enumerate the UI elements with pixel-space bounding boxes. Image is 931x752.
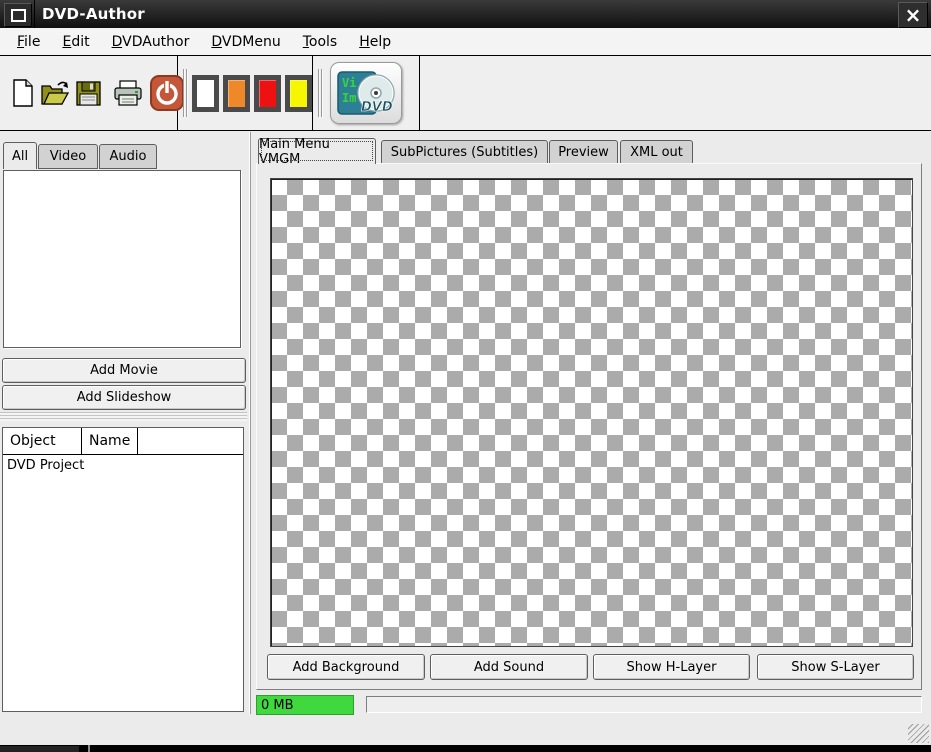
menu-item-file[interactable]: File [6,30,51,54]
progress-track [366,696,922,713]
dvd-video-import-button[interactable]: Vi Im DVD [330,62,402,124]
tab-xml-out[interactable]: XML out [620,140,693,164]
project-tree-header: Object Name [3,428,243,455]
app-window: DVD-Author × File Edit DVDAuthor DVDMenu… [0,0,931,752]
desktop-strip [0,745,931,752]
title-bar: DVD-Author × [0,0,931,28]
add-sound-button[interactable]: Add Sound [430,654,588,680]
tab-subpictures[interactable]: SubPictures (Subtitles) [381,140,548,164]
menu-item-dvdauthor[interactable]: DVDAuthor [101,30,201,54]
menu-item-edit[interactable]: Edit [51,30,100,54]
menu-canvas[interactable] [270,178,913,647]
printer-icon [113,80,144,107]
new-project-button[interactable] [12,79,34,107]
tab-preview[interactable]: Preview [549,140,618,164]
toolbar-color-section [178,56,313,130]
toolbar: Vi Im DVD [0,55,931,131]
window-menu-icon [11,9,26,22]
menu-item-help[interactable]: Help [348,30,402,54]
show-s-layer-button[interactable]: Show S-Layer [757,654,914,680]
color-swatch-red[interactable] [254,75,281,112]
status-bar [0,715,931,745]
close-button[interactable]: × [898,2,928,28]
menu-item-tools[interactable]: Tools [292,30,349,54]
save-project-button[interactable] [76,81,101,106]
media-list[interactable] [3,170,241,348]
open-project-button[interactable] [40,80,70,106]
svg-text:Im: Im [342,91,356,105]
new-document-icon [12,79,34,107]
resize-grip[interactable] [908,724,929,743]
add-slideshow-button[interactable]: Add Slideshow [2,385,246,410]
color-swatch-white[interactable] [192,75,219,112]
menu-bar: File Edit DVDAuthor DVDMenu Tools Help [0,28,931,55]
column-header-empty [138,428,243,454]
progress-label: 0 MB [261,698,294,713]
tree-row-dvd-project[interactable]: DVD Project [3,455,243,476]
title-separator [34,0,35,28]
color-swatch-orange[interactable] [223,75,250,112]
size-progress-bar: 0 MB [256,695,354,715]
menu-item-dvdmenu[interactable]: DVDMenu [200,30,291,54]
open-folder-icon [40,80,70,106]
color-swatch-yellow[interactable] [285,75,312,112]
dvd-disc-icon: Vi Im DVD [337,69,395,117]
print-button[interactable] [113,80,144,107]
taskbar-fragment [0,746,79,752]
column-header-object[interactable]: Object [3,428,82,454]
add-background-button[interactable]: Add Background [267,654,425,680]
toolbar-grip[interactable] [183,69,188,117]
vertical-splitter[interactable] [247,132,256,714]
tab-main-menu-vmgm[interactable]: Main Menu VMGM [258,138,376,164]
close-icon: × [905,3,922,27]
svg-text:DVD: DVD [361,100,393,115]
column-header-name[interactable]: Name [82,428,138,454]
taskbar-tick [88,745,90,752]
horizontal-splitter[interactable] [0,412,247,425]
window-menu-button[interactable] [4,3,32,27]
toolbar-file-section [0,56,178,130]
show-h-layer-button[interactable]: Show H-Layer [593,654,750,680]
project-tree: Object Name DVD Project [2,427,244,712]
toolbar-grip[interactable] [318,69,324,117]
tab-audio[interactable]: Audio [99,144,157,169]
tab-video[interactable]: Video [38,144,98,169]
svg-text:Vi: Vi [342,76,356,90]
add-movie-button[interactable]: Add Movie [2,358,246,383]
tab-all[interactable]: All [3,142,37,169]
window-title: DVD-Author [42,0,145,28]
toolbar-dvd-section: Vi Im DVD [313,56,420,130]
save-floppy-icon [76,81,101,106]
